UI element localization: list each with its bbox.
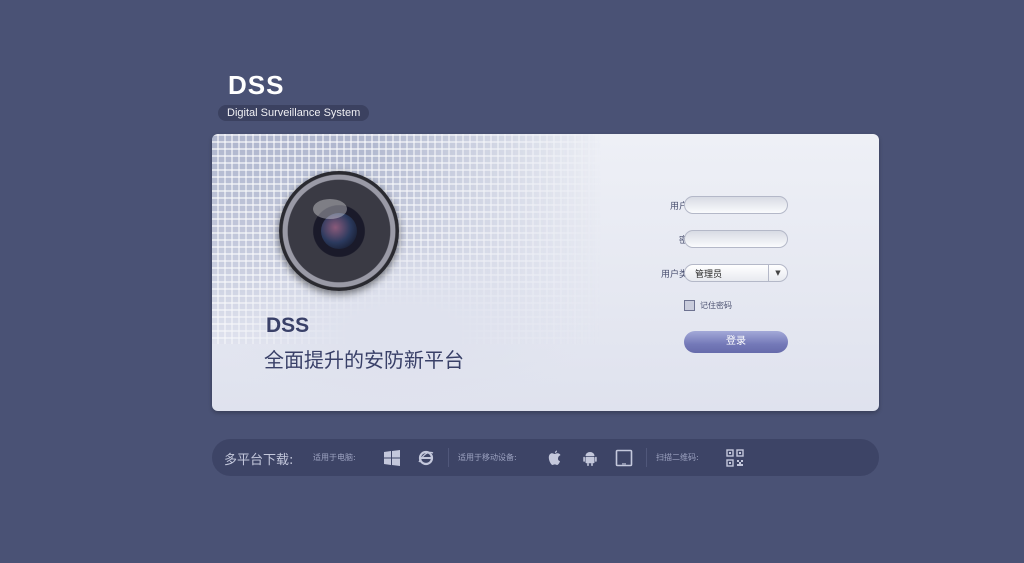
remember-label: 记住密码: [700, 301, 732, 310]
android-icon[interactable]: [581, 449, 599, 467]
download-title: 多平台下载:: [224, 453, 294, 468]
login-button[interactable]: 登录: [684, 331, 788, 353]
hero-banner: DSS 全面提升的安防新平台: [212, 134, 612, 411]
remember-checkbox[interactable]: [684, 300, 695, 311]
hero-title: DSS: [266, 314, 310, 337]
dropdown-arrow-icon[interactable]: ▼: [768, 265, 787, 281]
ie-icon[interactable]: [417, 449, 435, 467]
logo-title: DSS: [228, 70, 285, 100]
logo: DSS Digital Surveillance System: [218, 70, 370, 121]
logo-subtitle: Digital Surveillance System: [218, 105, 370, 121]
apple-icon[interactable]: [546, 449, 564, 467]
user-type-row: 用户类型 管理员 ▼: [632, 264, 872, 284]
mobile-label: 适用于移动设备:: [458, 453, 517, 462]
download-bar: 多平台下载: 适用于电脑: 适用于移动设备: 扫描二维码:: [212, 439, 879, 476]
qr-code-icon[interactable]: [726, 449, 744, 467]
username-input[interactable]: [684, 196, 788, 214]
password-input[interactable]: [684, 230, 788, 248]
login-form: 用户名 密码 用户类型 管理员 ▼ 记住密码 登录: [632, 134, 872, 411]
lens-glare: [313, 199, 347, 219]
camera-lens-icon: [279, 171, 399, 291]
pc-label: 适用于电脑:: [313, 453, 356, 462]
user-type-value: 管理员: [695, 270, 723, 280]
username-row: 用户名: [632, 196, 872, 216]
user-type-select[interactable]: 管理员 ▼: [684, 264, 788, 282]
windows-icon[interactable]: [383, 449, 401, 467]
tablet-icon[interactable]: [615, 449, 633, 467]
separator: [646, 448, 647, 467]
separator: [448, 448, 449, 467]
qr-label: 扫描二维码:: [656, 453, 699, 462]
password-row: 密码: [632, 230, 872, 250]
hero-slogan: 全面提升的安防新平台: [264, 348, 464, 372]
login-card: DSS 全面提升的安防新平台 用户名 密码 用户类型 管理员 ▼ 记住密码 登录: [212, 134, 879, 411]
